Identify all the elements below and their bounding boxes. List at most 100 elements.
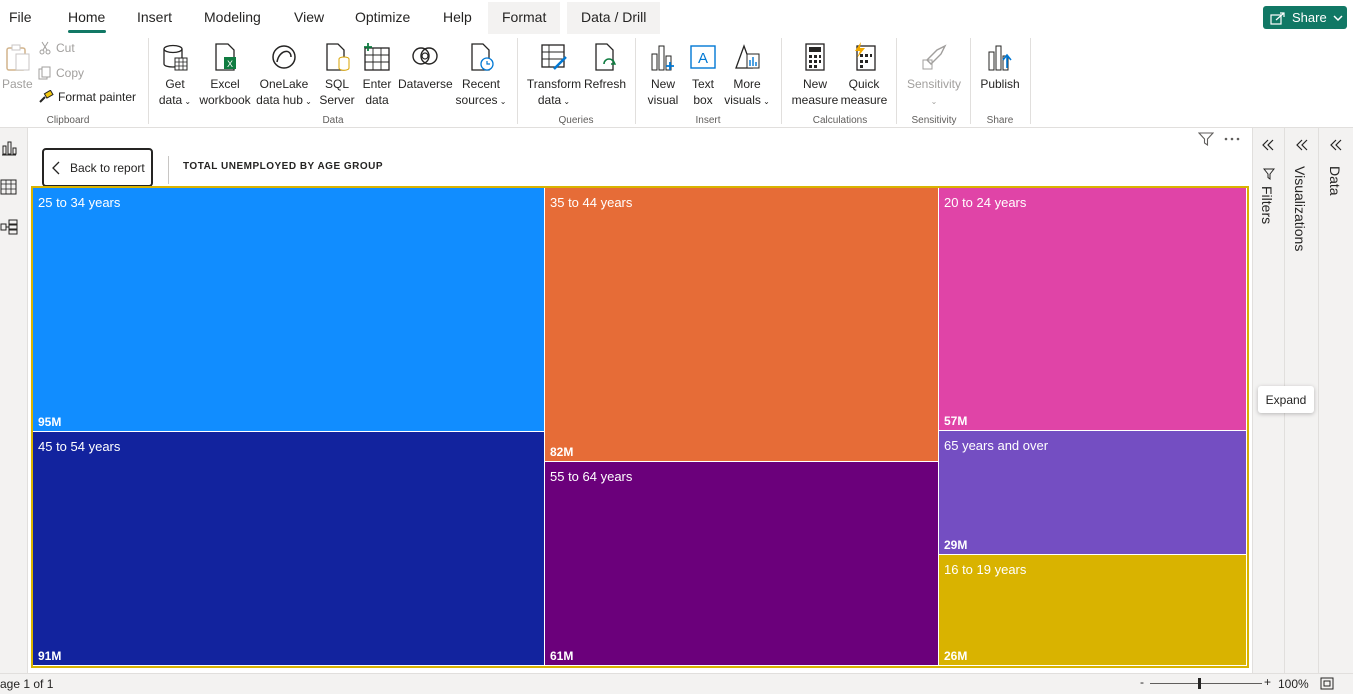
model-view-icon[interactable]: [0, 219, 18, 235]
text-box-button[interactable]: A Text box: [686, 42, 720, 108]
sensitivity-group-label: Sensitivity: [911, 115, 957, 126]
quick-measure-button[interactable]: Quick measure: [840, 42, 888, 108]
transform-label-1: Transform: [526, 77, 582, 91]
page-indicator: age 1 of 1: [0, 677, 54, 691]
dataverse-label: Dataverse: [398, 77, 453, 91]
sql-server-button[interactable]: SQL Server: [318, 42, 356, 108]
menu-bar: File Home Insert Modeling View Optimize …: [0, 0, 1353, 34]
share-button[interactable]: Share: [1263, 6, 1347, 29]
zoom-slider-thumb[interactable]: [1198, 678, 1201, 689]
menu-format[interactable]: Format: [488, 2, 561, 34]
sensitivity-button[interactable]: Sensitivity ⌄: [904, 42, 964, 110]
enter-data-button[interactable]: Enter data: [359, 42, 395, 108]
data-pane-label: Data: [1327, 166, 1343, 196]
more-options-icon[interactable]: [1224, 137, 1240, 141]
title-divider: [168, 156, 169, 184]
text-box-icon: A: [690, 45, 716, 69]
menu-file[interactable]: File: [9, 9, 32, 25]
menu-optimize[interactable]: Optimize: [355, 9, 410, 25]
more-visuals-button[interactable]: More visuals ⌄: [724, 42, 770, 110]
svg-text:X: X: [227, 59, 233, 69]
paste-button[interactable]: Paste: [2, 42, 33, 92]
calculator-icon: [805, 43, 825, 71]
back-to-report-button[interactable]: Back to report: [42, 148, 153, 187]
table-plus-icon: [364, 43, 390, 71]
menu-help[interactable]: Help: [443, 9, 472, 25]
copy-label: Copy: [56, 66, 85, 80]
treemap-tile[interactable]: 55 to 64 years 61M: [545, 462, 938, 665]
data-group-label: Data: [322, 115, 344, 126]
treemap-tile-value: 29M: [944, 538, 968, 552]
onelake-data-hub-button[interactable]: OneLake data hub ⌄: [255, 42, 313, 110]
get-data-label-1: Get: [165, 77, 185, 91]
chevron-down-icon: ⌄: [561, 97, 571, 106]
text-box-label-2: box: [693, 93, 713, 107]
treemap-tile-value: 26M: [944, 649, 968, 663]
ribbon-separator: [781, 38, 782, 124]
menu-view[interactable]: View: [294, 9, 324, 25]
share-label: Share: [1292, 10, 1327, 25]
new-measure-button[interactable]: New measure: [790, 42, 840, 108]
publish-button[interactable]: Publish: [978, 42, 1022, 92]
treemap-tile[interactable]: 45 to 54 years 91M: [33, 432, 544, 665]
excel-workbook-button[interactable]: X Excel workbook: [198, 42, 252, 108]
collapse-chevrons-icon[interactable]: [1261, 138, 1275, 152]
chevron-down-icon: ⌄: [760, 97, 770, 106]
ribbon-separator: [1030, 38, 1031, 124]
share-icon: [1270, 11, 1285, 25]
cut-button[interactable]: Cut: [38, 41, 75, 55]
recent-sources-button[interactable]: Recent sources ⌄: [455, 42, 507, 110]
get-data-button[interactable]: Get data ⌄: [157, 42, 193, 110]
new-visual-button[interactable]: New visual: [645, 42, 681, 108]
ribbon-separator: [635, 38, 636, 124]
treemap-tile[interactable]: 35 to 44 years 82M: [545, 188, 938, 461]
sensitivity-icon: [922, 44, 947, 70]
transform-data-button[interactable]: Transform data ⌄: [526, 42, 582, 110]
collapse-chevrons-icon[interactable]: [1295, 138, 1309, 152]
menu-insert[interactable]: Insert: [137, 9, 172, 25]
zoom-in-button[interactable]: +: [1264, 675, 1271, 689]
sql-label-2: Server: [319, 93, 355, 107]
filter-icon[interactable]: [1198, 132, 1214, 146]
sql-server-icon: [326, 43, 350, 71]
filters-pane-label: Filters: [1259, 186, 1275, 225]
report-view-icon[interactable]: [0, 140, 18, 156]
active-tab-indicator: [68, 30, 106, 33]
publish-icon: [988, 45, 1012, 71]
menu-data-drill[interactable]: Data / Drill: [567, 2, 661, 34]
new-measure-label-1: New: [802, 77, 827, 91]
treemap-tile[interactable]: 16 to 19 years 26M: [939, 555, 1246, 665]
expand-tooltip: Expand: [1258, 386, 1314, 413]
ribbon-separator: [517, 38, 518, 124]
ribbon-separator: [970, 38, 971, 124]
new-visual-label-2: visual: [647, 93, 679, 107]
treemap-tile[interactable]: 20 to 24 years 57M: [939, 188, 1246, 430]
zoom-slider[interactable]: [1150, 683, 1262, 684]
scissors-icon: [39, 41, 51, 55]
table-view-icon[interactable]: [0, 179, 18, 195]
ribbon: Paste Cut Copy Format painter Clipboard …: [0, 34, 1353, 128]
zoom-out-button[interactable]: -: [1140, 675, 1144, 689]
treemap-chart[interactable]: 25 to 34 years 95M 45 to 54 years 91M 35 to …: [31, 186, 1249, 668]
copy-button[interactable]: Copy: [38, 66, 84, 80]
new-measure-label-2: measure: [791, 93, 839, 107]
collapse-chevrons-icon[interactable]: [1329, 138, 1343, 152]
queries-group-label: Queries: [558, 115, 594, 126]
chevron-down-icon: ⌄: [182, 97, 192, 106]
onelake-label-2: data hub: [256, 93, 303, 107]
treemap-tile-label: 35 to 44 years: [550, 195, 633, 210]
dataverse-button[interactable]: Dataverse: [398, 42, 453, 92]
bar-chart-plus-icon: [651, 45, 674, 71]
menu-home[interactable]: Home: [68, 9, 105, 25]
treemap-tile-value: 95M: [38, 415, 62, 429]
refresh-button[interactable]: Refresh: [584, 42, 626, 92]
quick-measure-label-2: measure: [840, 93, 888, 107]
menu-modeling[interactable]: Modeling: [204, 9, 261, 25]
transform-data-icon: [541, 44, 567, 70]
excel-icon: X: [215, 43, 236, 71]
fit-to-page-icon[interactable]: [1320, 677, 1334, 690]
treemap-tile[interactable]: 25 to 34 years 95M: [33, 188, 544, 431]
data-pane[interactable]: Data: [1318, 128, 1353, 673]
format-painter-button[interactable]: Format painter: [38, 90, 136, 104]
treemap-tile[interactable]: 65 years and over 29M: [939, 431, 1246, 554]
